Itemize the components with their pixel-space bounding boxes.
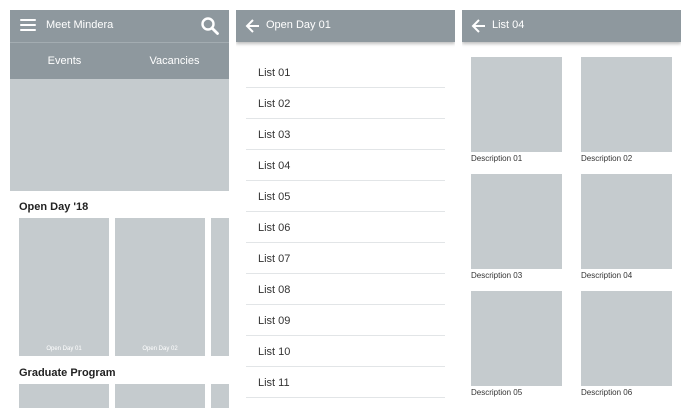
app-bar: Open Day 01: [236, 10, 455, 42]
grid-image[interactable]: [471, 174, 562, 269]
section-title-graduate-program: Graduate Program: [19, 367, 116, 379]
arrow-back-icon[interactable]: [245, 18, 261, 34]
list-item[interactable]: List 10: [246, 336, 445, 367]
list-item-label: List 05: [258, 191, 291, 203]
grid-image[interactable]: [581, 291, 672, 386]
grid-image[interactable]: [581, 57, 672, 152]
app-title: List 04: [492, 19, 525, 31]
list-item[interactable]: List 07: [246, 243, 445, 274]
event-card[interactable]: Open Day 01: [19, 218, 109, 356]
list-item[interactable]: List 03: [246, 119, 445, 150]
list-item[interactable]: List 05: [246, 181, 445, 212]
list-item[interactable]: List 09: [246, 305, 445, 336]
home-screen: Meet Mindera Events Vacancies Open Day '…: [10, 10, 229, 408]
grid-image[interactable]: [471, 57, 562, 152]
arrow-back-icon[interactable]: [471, 18, 487, 34]
event-card[interactable]: Open Day 02: [115, 218, 205, 356]
list-item-label: List 09: [258, 315, 291, 327]
app-bar: Meet Mindera: [10, 10, 229, 42]
grid-description: Description 06: [581, 388, 633, 397]
tab-vacancies[interactable]: Vacancies: [120, 43, 229, 79]
list-item[interactable]: List 02: [246, 88, 445, 119]
list-item[interactable]: List 01: [246, 57, 445, 88]
grid-description: Description 03: [471, 271, 523, 280]
list-item-label: List 04: [258, 160, 291, 172]
program-card[interactable]: [211, 384, 229, 408]
app-bar: List 04: [462, 10, 681, 42]
list-item-label: List 03: [258, 129, 291, 141]
list-item[interactable]: List 04: [246, 150, 445, 181]
event-card[interactable]: [211, 218, 229, 356]
hamburger-menu-icon[interactable]: [20, 19, 36, 32]
list-item-label: List 10: [258, 346, 291, 358]
list-item-label: List 02: [258, 98, 291, 110]
hero-banner[interactable]: [10, 79, 229, 191]
list-item-label: List 08: [258, 284, 291, 296]
list-item-label: List 07: [258, 253, 291, 265]
app-title: Open Day 01: [266, 19, 331, 31]
app-title: Meet Mindera: [46, 19, 114, 31]
tab-bar: Events Vacancies: [10, 42, 229, 79]
list-item[interactable]: List 11: [246, 367, 445, 398]
grid-image[interactable]: [581, 174, 672, 269]
grid-description: Description 05: [471, 388, 523, 397]
program-card[interactable]: [19, 384, 109, 408]
tab-events[interactable]: Events: [10, 43, 119, 79]
list-item[interactable]: List 08: [246, 274, 445, 305]
gallery-screen: List 04 Description 01 Description 02 Desc…: [462, 10, 681, 408]
event-card-label: Open Day 02: [142, 346, 178, 352]
list-screen: Open Day 01 List 01 List 02 List 03 List 04…: [236, 10, 455, 408]
list-item-label: List 01: [258, 67, 291, 79]
grid-description: Description 02: [581, 154, 633, 163]
section-title-open-day: Open Day '18: [19, 201, 89, 213]
program-card[interactable]: [115, 384, 205, 408]
grid-description: Description 04: [581, 271, 633, 280]
list-item[interactable]: List 06: [246, 212, 445, 243]
search-icon[interactable]: [200, 16, 220, 36]
event-card-label: Open Day 01: [46, 346, 82, 352]
list-item-label: List 11: [258, 377, 290, 389]
grid-description: Description 01: [471, 154, 523, 163]
grid-image[interactable]: [471, 291, 562, 386]
list-item-label: List 06: [258, 222, 291, 234]
